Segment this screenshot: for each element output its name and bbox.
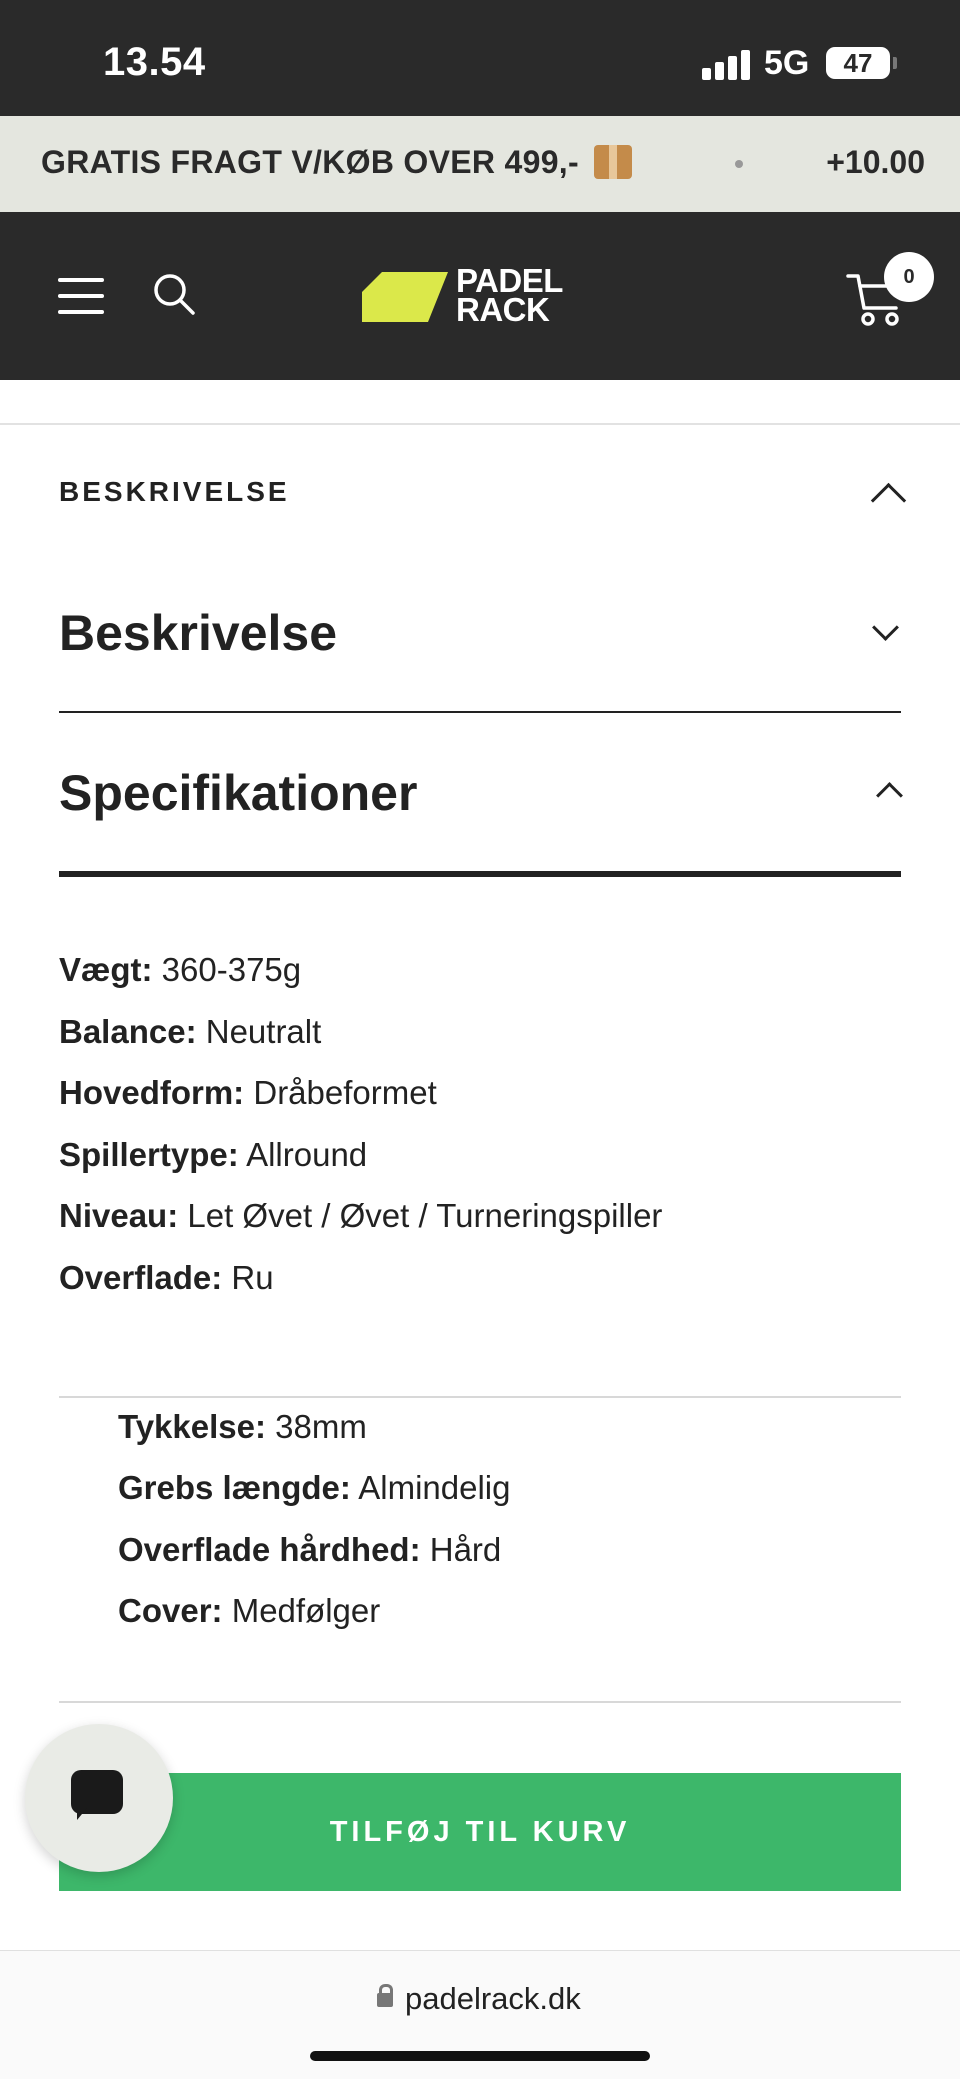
spec-row: Vægt: 360-375g: [59, 951, 301, 989]
package-icon: [594, 145, 633, 179]
announcement-right-text: +10.00: [826, 144, 925, 180]
spec-value: 360-375g: [161, 951, 302, 988]
spec-label: Grebs længde:: [118, 1469, 351, 1506]
spec-value: Dråbeformet: [253, 1074, 437, 1111]
spec-row: Hovedform: Dråbeformet: [59, 1074, 437, 1112]
spec-row: Spillertype: Allround: [59, 1136, 367, 1174]
announcement-text-wrap: GRATIS FRAGT V/KØB OVER 499,-: [41, 144, 633, 181]
network-label: 5G: [764, 44, 810, 82]
logo-mark: [362, 272, 448, 322]
chat-widget-button[interactable]: [25, 1724, 173, 1872]
spec-row: Overflade hårdhed: Hård: [118, 1531, 501, 1569]
spec-row: Cover: Medfølger: [118, 1592, 380, 1630]
spec-label: Hovedform:: [59, 1074, 245, 1111]
spec-value: Ru: [231, 1259, 274, 1296]
spec-value: 38mm: [275, 1408, 367, 1445]
spec-value: Let Øvet / Øvet / Turneringspiller: [187, 1197, 663, 1234]
signal-icon: [702, 48, 750, 80]
site-logo[interactable]: PADEL RACK: [360, 264, 600, 328]
menu-icon[interactable]: [58, 278, 104, 314]
cart-count-badge: 0: [884, 252, 934, 302]
divider: [0, 423, 960, 425]
spec-value: Medfølger: [231, 1592, 381, 1629]
spec-label: Spillertype:: [59, 1136, 239, 1173]
divider: [59, 1396, 901, 1398]
chat-icon-tail: [77, 1808, 87, 1820]
logo-line-2: RACK: [456, 291, 550, 328]
spec-row: Overflade: Ru: [59, 1259, 274, 1297]
spec-label: Overflade hårdhed:: [118, 1531, 421, 1568]
spec-label: Balance:: [59, 1013, 197, 1050]
spec-row: Grebs længde: Almindelig: [118, 1469, 510, 1507]
url-text: padelrack.dk: [405, 1981, 581, 2016]
status-bar: 13.54 5G 47: [0, 0, 960, 116]
spec-label: Vægt:: [59, 951, 153, 988]
battery-nub: [893, 57, 897, 69]
status-time: 13.54: [103, 40, 206, 84]
description-title[interactable]: Beskrivelse: [59, 604, 337, 662]
section-divider: [59, 711, 901, 713]
lock-icon: [377, 1984, 393, 2007]
spec-value: Almindelig: [358, 1469, 511, 1506]
announcement-text: GRATIS FRAGT V/KØB OVER 499,-: [41, 144, 579, 180]
spec-label: Overflade:: [59, 1259, 223, 1296]
announcement-bar[interactable]: GRATIS FRAGT V/KØB OVER 499,- +10.00: [0, 116, 960, 212]
accordion-heading[interactable]: BESKRIVELSE: [59, 476, 290, 508]
spec-value: Hård: [429, 1531, 502, 1568]
separator-dot: [735, 160, 743, 168]
chevron-up-icon[interactable]: [870, 482, 907, 519]
chevron-down-icon[interactable]: [872, 614, 899, 641]
spec-value: Neutralt: [205, 1013, 322, 1050]
chevron-up-icon[interactable]: [876, 782, 903, 809]
spec-label: Niveau:: [59, 1197, 179, 1234]
home-indicator[interactable]: [310, 2051, 650, 2061]
spec-row: Niveau: Let Øvet / Øvet / Turneringspill…: [59, 1197, 662, 1235]
site-header: PADEL RACK 0: [0, 212, 960, 380]
section-divider-active: [59, 871, 901, 877]
browser-address-bar[interactable]: padelrack.dk: [0, 1950, 960, 2079]
spec-row: Balance: Neutralt: [59, 1013, 321, 1051]
logo-text: PADEL RACK: [456, 264, 563, 328]
search-icon[interactable]: [152, 272, 196, 316]
divider: [59, 1701, 901, 1703]
spec-label: Cover:: [118, 1592, 223, 1629]
spec-row: Tykkelse: 38mm: [118, 1408, 367, 1446]
spec-label: Tykkelse:: [118, 1408, 266, 1445]
specs-title[interactable]: Specifikationer: [59, 764, 417, 822]
spec-value: Allround: [246, 1136, 368, 1173]
add-to-cart-button[interactable]: TILFØJ TIL KURV: [59, 1773, 901, 1891]
battery-icon: 47: [826, 47, 890, 79]
